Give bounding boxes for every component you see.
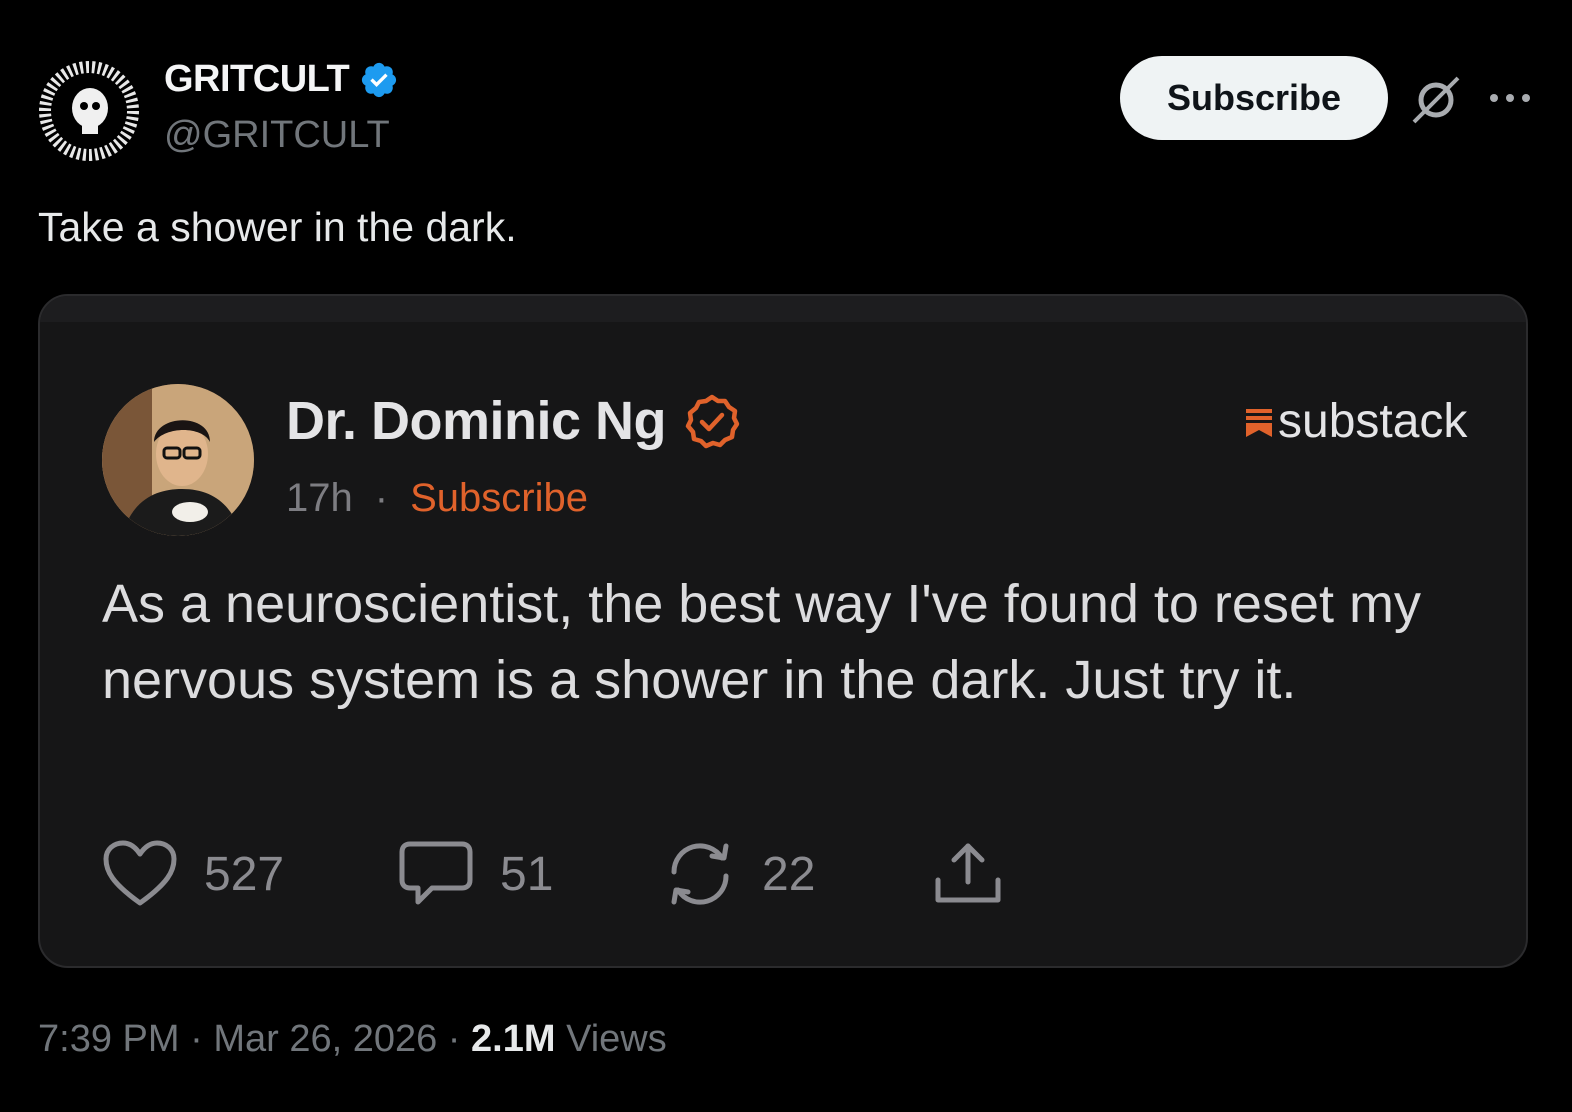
views-label [556, 1018, 567, 1060]
footer-dot-2: · [447, 1018, 461, 1060]
quoted-meta: 17h · Subscribe [286, 476, 588, 521]
subscribe-button[interactable]: Subscribe [1120, 56, 1388, 140]
quoted-author-row: Dr. Dominic Ng [286, 390, 740, 452]
quoted-body: As a neuroscientist, the best way I've f… [102, 574, 1421, 710]
post-date[interactable]: Mar 26, 2026 [213, 1018, 437, 1060]
share-action [932, 834, 1004, 914]
restack-icon [671, 843, 729, 905]
tweet-footer: 7:39 PM · Mar 26, 2026 · 2.1M Views [38, 1018, 667, 1061]
like-action: 527 [102, 834, 284, 914]
quoted-author-avatar [102, 384, 254, 536]
verified-badge-icon [362, 62, 397, 97]
author-name[interactable]: GRITCULT [164, 58, 350, 101]
comment-count: 51 [500, 847, 554, 901]
post-time[interactable]: 7:39 PM [38, 1018, 180, 1060]
author-handle[interactable]: @GRITCULT [164, 114, 390, 157]
author-name-row[interactable]: GRITCULT [164, 58, 399, 101]
more-icon[interactable] [1484, 82, 1536, 114]
author-avatar[interactable] [38, 60, 140, 162]
tweet-text: Take a shower in the dark. [38, 204, 517, 250]
heart-icon [103, 840, 177, 906]
meta-separator: · [374, 476, 389, 520]
substack-wordmark: substack [1278, 395, 1468, 448]
share-icon [935, 843, 1001, 903]
substack-logo: substack [1246, 394, 1467, 449]
comment-icon [399, 841, 473, 905]
views-count: 2.1M [471, 1018, 556, 1060]
like-count: 527 [204, 847, 285, 901]
grok-icon[interactable] [1408, 72, 1464, 128]
quoted-author-name: Dr. Dominic Ng [286, 391, 667, 451]
restack-action: 22 [664, 834, 815, 914]
gritcult-logo-icon [39, 61, 139, 161]
quoted-image-card[interactable]: Dr. Dominic Ng 17h · Subscribe substack … [38, 294, 1528, 968]
card-top-strip [40, 296, 1526, 322]
footer-dot: · [190, 1018, 203, 1060]
restack-count: 22 [762, 847, 816, 901]
quoted-subscribe-link: Subscribe [410, 476, 588, 520]
substack-logo-icon [1246, 408, 1272, 437]
person-photo-icon [102, 384, 254, 536]
substack-verified-icon [685, 394, 740, 449]
views-text: Views [566, 1018, 667, 1060]
comment-action: 51 [398, 834, 553, 914]
quoted-time: 17h [286, 476, 353, 520]
